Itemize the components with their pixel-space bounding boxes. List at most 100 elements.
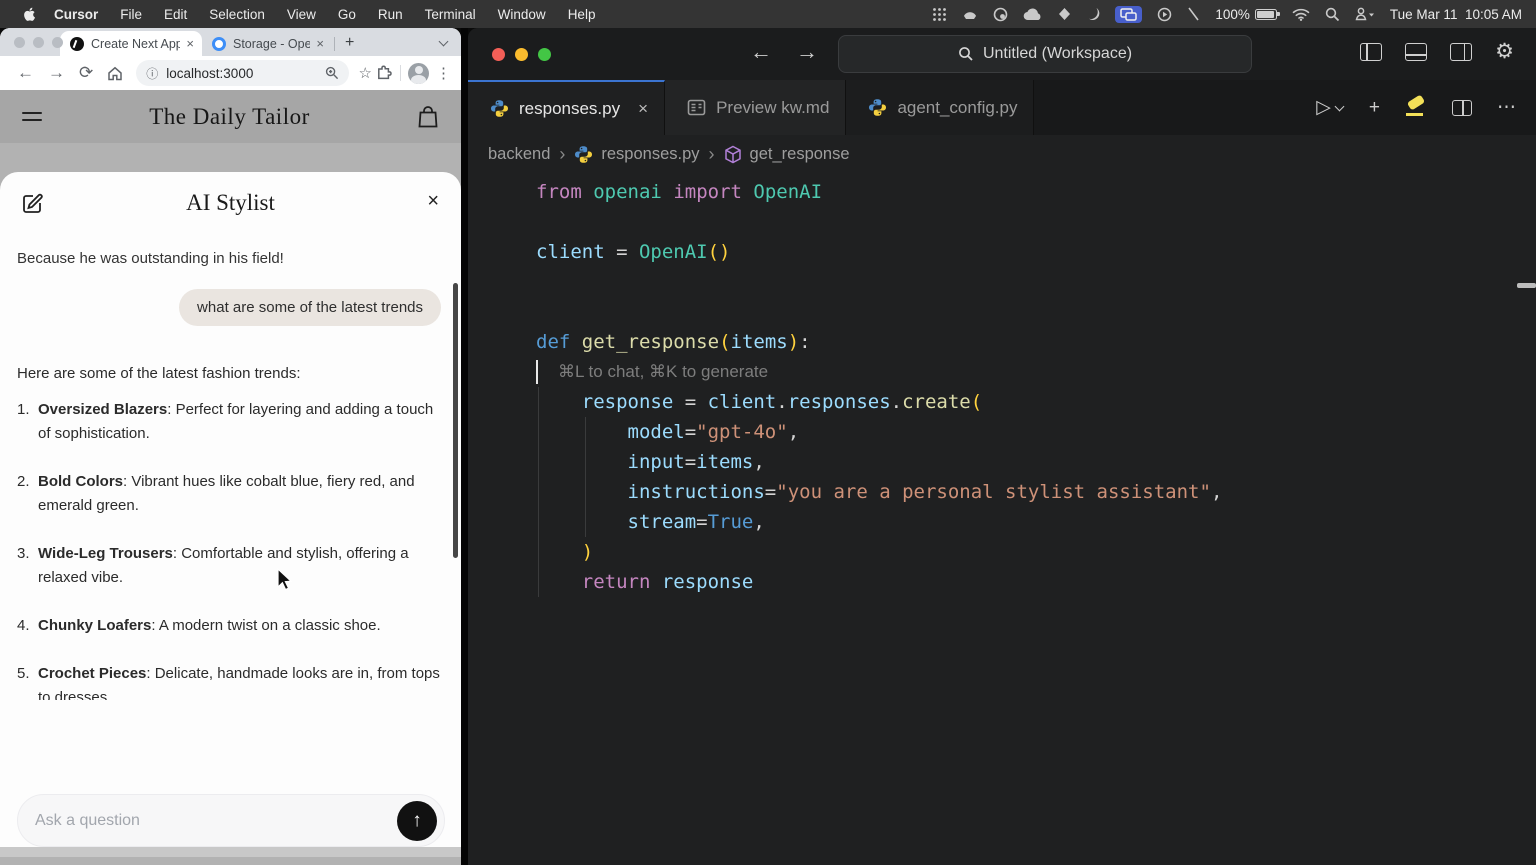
address-bar[interactable]: ⓘ localhost:3000 [136, 60, 348, 86]
code-token: , [1211, 481, 1222, 503]
toggle-primary-sidebar-icon[interactable] [1360, 43, 1382, 61]
battery-percent-label: 100% [1215, 7, 1250, 22]
tab-close-icon[interactable]: × [316, 36, 324, 51]
menu-go[interactable]: Go [338, 7, 356, 22]
window-controls-inactive[interactable] [14, 37, 63, 48]
stylist-title: AI Stylist [0, 190, 461, 216]
run-python-button[interactable]: ▷ [1316, 96, 1344, 119]
trend-name: Wide-Leg Trousers [38, 545, 173, 562]
forward-button[interactable]: → [48, 63, 65, 83]
code-token: client [536, 241, 605, 263]
menu-window[interactable]: Window [498, 7, 546, 22]
menu-selection[interactable]: Selection [209, 7, 265, 22]
tab-divider [334, 37, 335, 51]
bookmark-star-icon[interactable]: ☆ [359, 64, 372, 82]
run-options-chevron-icon[interactable] [1335, 103, 1344, 112]
diamond-icon[interactable] [1058, 7, 1071, 21]
reload-button[interactable]: ⟳ [79, 63, 93, 83]
macos-menubar: Cursor File Edit Selection View Go Run Termina… [0, 0, 1536, 28]
code-editor-area[interactable]: from openai import OpenAI client = OpenA… [468, 173, 1536, 865]
app-status-icon[interactable] [962, 7, 978, 21]
grid-icon[interactable] [932, 7, 947, 22]
apple-menu-icon[interactable] [22, 6, 38, 22]
send-button[interactable]: ↑ [397, 801, 437, 841]
user-switch-icon[interactable] [1355, 7, 1375, 21]
menubar-clock[interactable]: Tue Mar 11 10:05 AM [1390, 7, 1522, 22]
battery-icon [1255, 9, 1277, 20]
code-line[interactable]: from openai import OpenAI [536, 177, 1222, 207]
shopping-bag-icon[interactable] [417, 105, 439, 129]
menu-terminal[interactable]: Terminal [425, 7, 476, 22]
more-actions-icon[interactable]: ⋯ [1497, 96, 1516, 119]
editor-tab-agent-config-py[interactable]: agent_config.py [846, 80, 1034, 135]
editor-tab-responses-py[interactable]: responses.py× [468, 80, 665, 135]
new-tab-button[interactable]: + [345, 34, 354, 52]
circle-app-icon[interactable] [993, 7, 1008, 22]
navigate-back-button[interactable]: ← [750, 39, 772, 65]
address-url[interactable]: localhost:3000 [166, 66, 320, 81]
code-line[interactable] [536, 207, 1222, 237]
close-window-button[interactable] [492, 48, 505, 61]
menubar-app-name[interactable]: Cursor [54, 7, 98, 22]
zoom-icon[interactable] [325, 66, 339, 80]
browser-tab-title: Storage - OpenAI A [233, 37, 310, 51]
back-button[interactable]: ← [17, 63, 34, 83]
tab-close-icon[interactable]: × [186, 36, 194, 51]
code-line[interactable] [536, 297, 1222, 327]
toggle-panel-icon[interactable] [1405, 43, 1427, 61]
focus-moon-icon[interactable] [1086, 7, 1100, 21]
menu-edit[interactable]: Edit [164, 7, 187, 22]
editor-scrollbar-thumb[interactable] [1517, 283, 1536, 288]
cloud-icon[interactable] [1023, 8, 1043, 21]
breadcrumb-responses-py[interactable]: responses.py [574, 145, 699, 164]
browser-tab-openai-storage[interactable]: Storage - OpenAI A × [202, 31, 332, 56]
site-info-icon[interactable]: ⓘ [146, 65, 158, 82]
code-line[interactable]: stream=True, [536, 507, 1222, 537]
hamburger-menu-icon[interactable] [22, 111, 42, 123]
spotlight-search-icon[interactable] [1325, 7, 1340, 22]
menu-view[interactable]: View [287, 7, 316, 22]
battery-indicator[interactable]: 100% [1215, 7, 1277, 22]
breadcrumb-backend[interactable]: backend [488, 145, 550, 164]
browser-menu-icon[interactable]: ⋮ [436, 64, 451, 82]
text-cursor [536, 360, 538, 384]
code-line[interactable]: return response [536, 567, 1222, 597]
zoom-window-button[interactable] [538, 48, 551, 61]
code-line[interactable]: response = client.responses.create( [536, 387, 1222, 417]
toggle-secondary-sidebar-icon[interactable] [1450, 43, 1472, 61]
new-file-button[interactable]: + [1369, 97, 1380, 119]
minimize-window-button[interactable] [515, 48, 528, 61]
code-line[interactable]: input=items, [536, 447, 1222, 477]
browser-tab-create-next-app[interactable]: Create Next App × [60, 31, 202, 56]
code-line[interactable]: client = OpenAI() [536, 237, 1222, 267]
extensions-icon[interactable] [376, 65, 393, 82]
panel-scrollbar[interactable] [453, 283, 458, 558]
tab-search-chevron-icon[interactable] [439, 36, 449, 46]
close-panel-icon[interactable]: × [427, 190, 439, 213]
highlighter-icon[interactable] [1405, 100, 1427, 116]
code-line[interactable]: def get_response(items): [536, 327, 1222, 357]
code-line[interactable] [536, 267, 1222, 297]
editor-tab-preview-kw-md[interactable]: Preview kw.md [665, 80, 846, 135]
split-editor-icon[interactable] [1452, 100, 1472, 116]
home-button[interactable] [107, 66, 123, 81]
breadcrumb-get-response[interactable]: get_response [724, 145, 850, 164]
code-token: items [696, 451, 753, 473]
question-input[interactable] [35, 812, 397, 830]
menu-run[interactable]: Run [378, 7, 403, 22]
workspace-search-bar[interactable]: Untitled (Workspace) [838, 35, 1252, 73]
code-line[interactable]: model="gpt-4o", [536, 417, 1222, 447]
profile-avatar[interactable] [408, 63, 429, 84]
window-controls[interactable] [492, 48, 551, 61]
code-line[interactable]: ) [536, 537, 1222, 567]
pen-slash-icon[interactable] [1187, 7, 1200, 21]
wifi-icon[interactable] [1292, 8, 1310, 21]
settings-gear-icon[interactable]: ⚙ [1495, 41, 1514, 62]
close-tab-icon[interactable]: × [638, 99, 648, 119]
screen-mirroring-icon[interactable] [1115, 6, 1142, 23]
navigate-forward-button[interactable]: → [796, 39, 818, 65]
code-line[interactable]: instructions="you are a personal stylist… [536, 477, 1222, 507]
menu-help[interactable]: Help [568, 7, 596, 22]
menu-file[interactable]: File [120, 7, 142, 22]
record-icon[interactable] [1157, 7, 1172, 22]
